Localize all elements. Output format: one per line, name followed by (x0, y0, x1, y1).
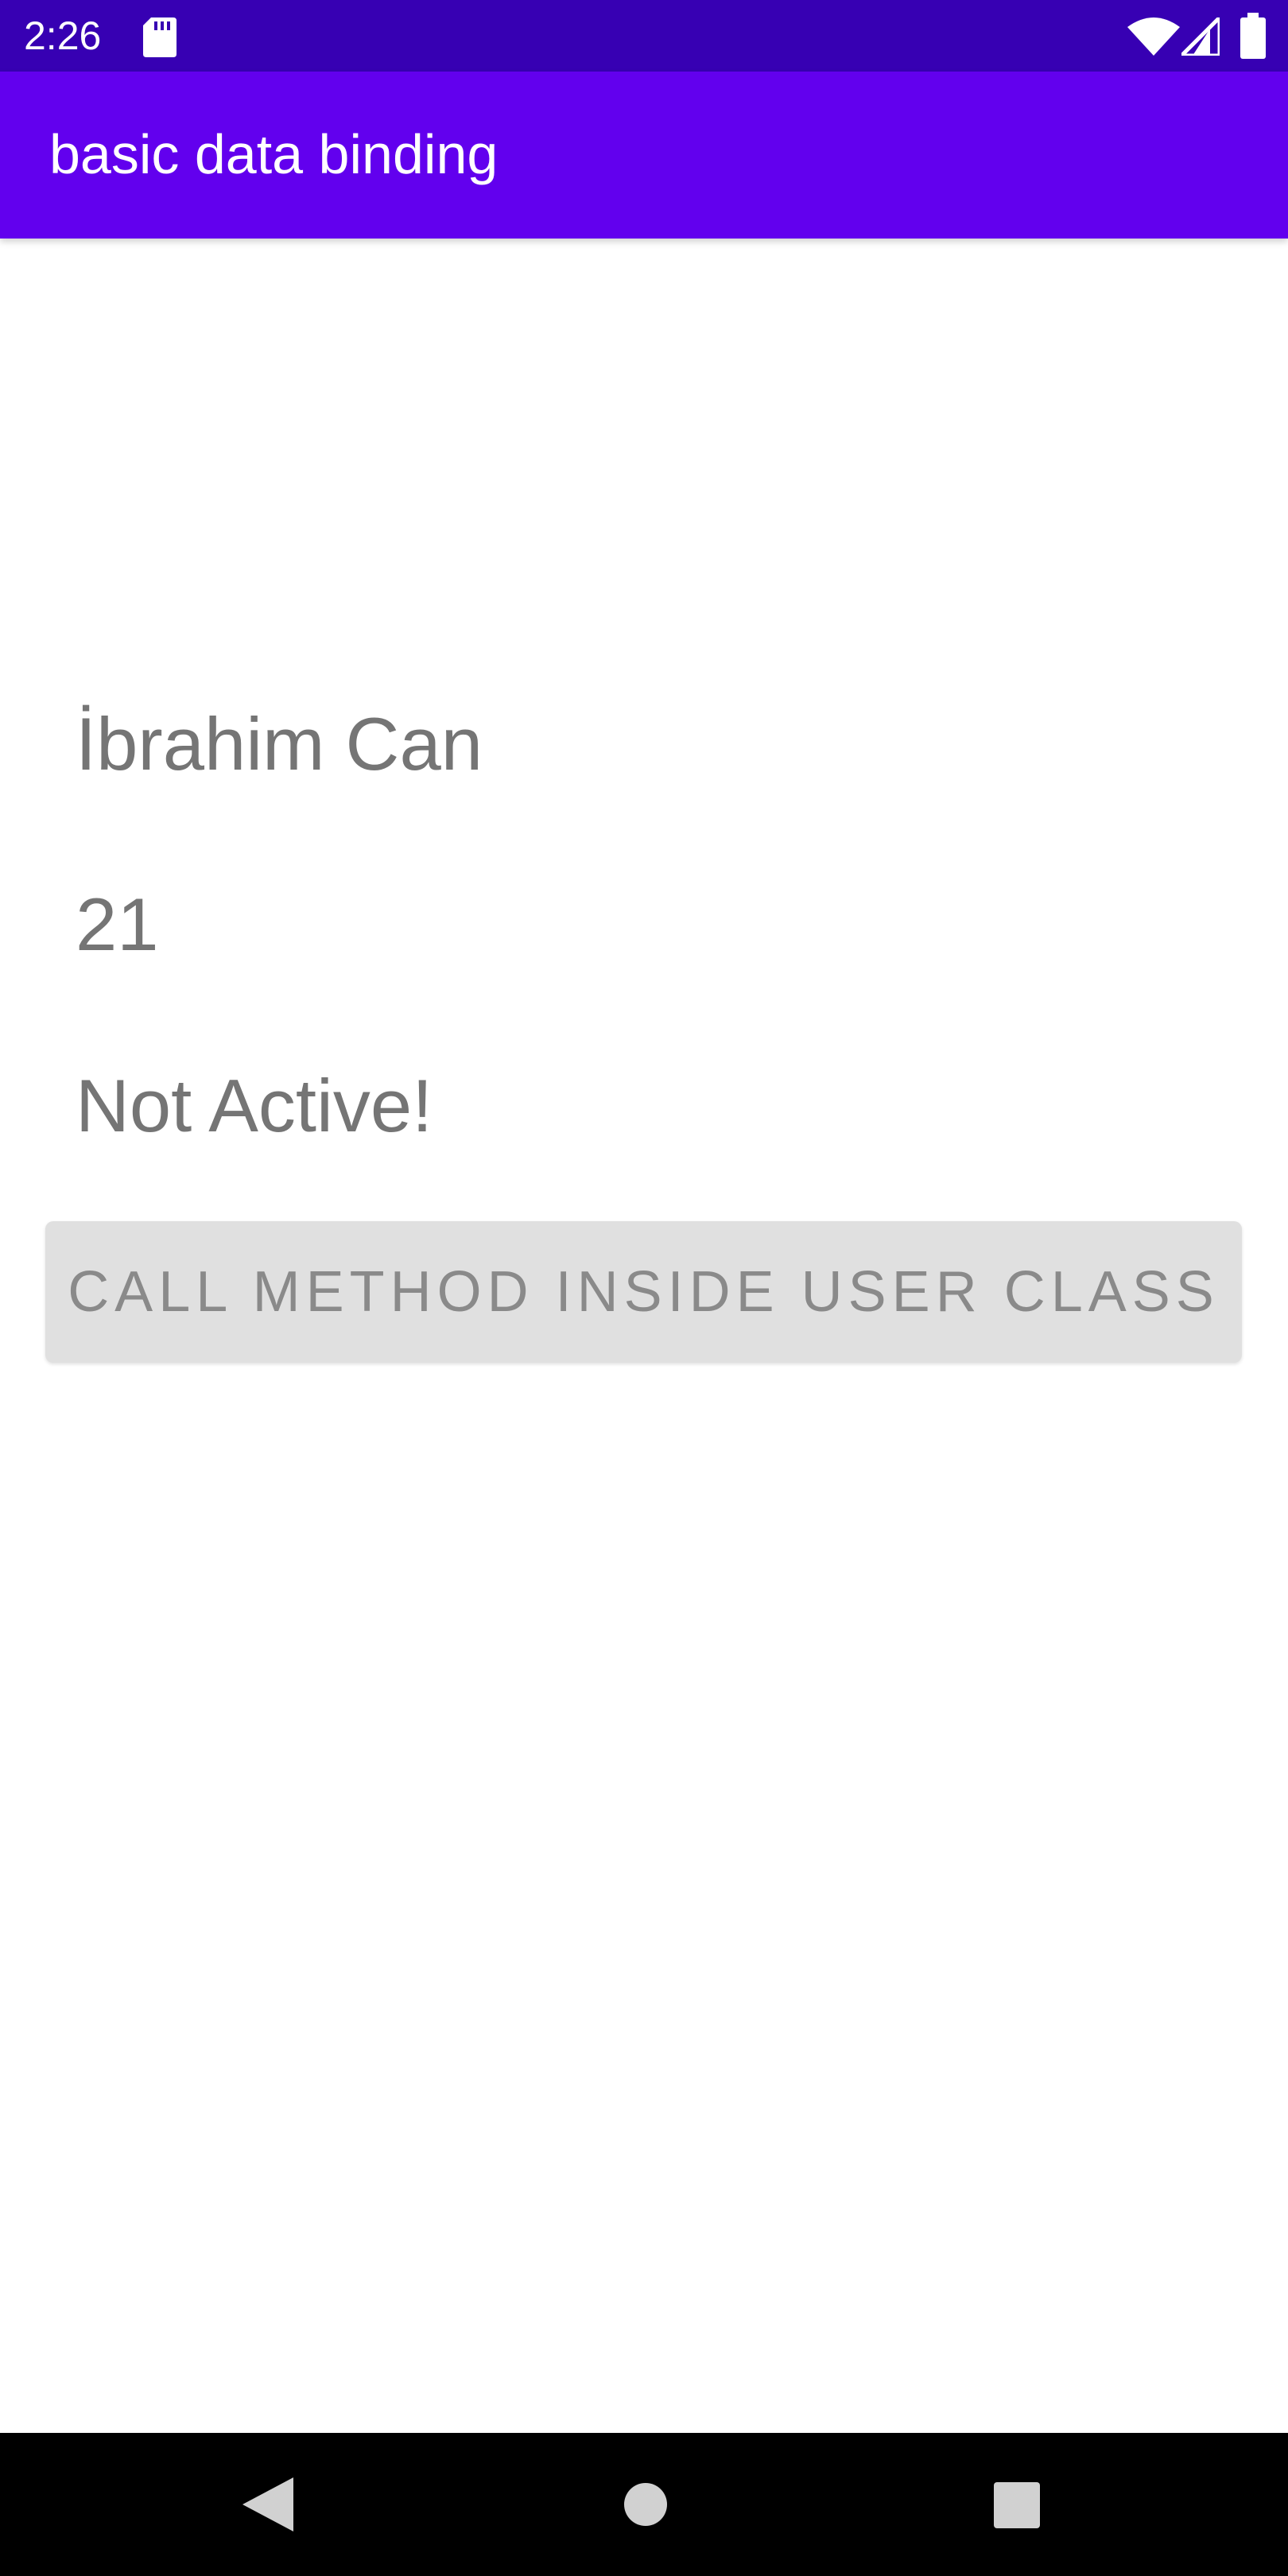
back-icon[interactable] (242, 2477, 293, 2531)
recents-icon[interactable] (994, 2482, 1040, 2528)
sd-card-icon (143, 17, 177, 57)
status-time: 2:26 (24, 14, 102, 58)
app-bar: basic data binding (0, 72, 1288, 239)
app-title: basic data binding (49, 123, 499, 185)
home-icon[interactable] (623, 2482, 668, 2527)
app-screen: 2:26 basic data binding İbrahim Can 21 N… (0, 0, 1288, 2576)
navigation-bar (0, 2433, 1288, 2576)
call-method-button[interactable]: CALL METHOD INSIDE USER CLASS (45, 1221, 1242, 1363)
user-status-text: Not Active! (76, 1064, 433, 1147)
signal-icon (1181, 17, 1220, 56)
user-age-text: 21 (76, 883, 159, 966)
user-name-text: İbrahim Can (76, 702, 483, 786)
wifi-icon (1127, 17, 1180, 56)
status-bar: 2:26 (0, 0, 1288, 72)
battery-icon (1240, 13, 1266, 59)
